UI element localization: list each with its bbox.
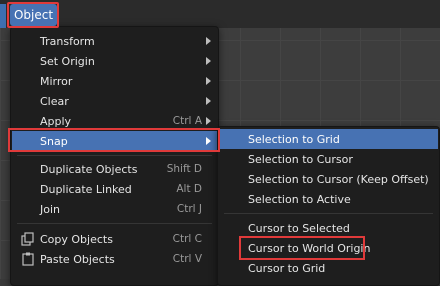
menu-item-copy-objects[interactable]: Copy Objects Ctrl C <box>12 229 217 249</box>
snap-item-selection-to-cursor-keep-offset[interactable]: Selection to Cursor (Keep Offset) <box>219 169 438 189</box>
menu-item-shortcut: Shift D <box>166 163 202 175</box>
snap-item-selection-to-grid[interactable]: Selection to Grid <box>219 129 438 149</box>
menu-item-label: Copy Objects <box>40 232 113 246</box>
menu-item-label: Duplicate Linked <box>40 182 132 196</box>
submenu-arrow-icon <box>206 37 211 45</box>
menu-item-join[interactable]: Join Ctrl J <box>12 199 217 219</box>
menu-item-label: Clear <box>40 94 69 108</box>
object-menu: Transform Set Origin Mirror Clear Apply … <box>10 26 219 286</box>
menu-item-set-origin[interactable]: Set Origin <box>12 51 217 71</box>
menu-item-label: Cursor to Grid <box>248 261 326 275</box>
menu-item-transform[interactable]: Transform <box>12 31 217 51</box>
menu-item-label: Apply <box>40 114 72 128</box>
submenu-arrow-icon <box>206 57 211 65</box>
object-menu-highlight <box>7 2 59 28</box>
menu-separator <box>17 155 212 156</box>
menu-item-shortcut: Ctrl J <box>176 203 202 215</box>
snap-submenu: Selection to Grid Selection to Cursor Se… <box>217 126 440 286</box>
menu-item-label: Selection to Cursor (Keep Offset) <box>248 172 429 186</box>
menu-item-duplicate-objects[interactable]: Duplicate Objects Shift D <box>12 159 217 179</box>
menu-item-label: Duplicate Objects <box>40 162 138 176</box>
menu-item-shortcut: Ctrl C <box>172 233 202 245</box>
menu-item-label: Set Origin <box>40 54 95 68</box>
snap-item-cursor-to-grid[interactable]: Cursor to Grid <box>219 258 438 278</box>
snap-item-selection-to-cursor[interactable]: Selection to Cursor <box>219 149 438 169</box>
copy-icon <box>21 232 34 246</box>
menu-item-shortcut: Ctrl V <box>172 253 202 265</box>
menu-item-label: Paste Objects <box>40 252 115 266</box>
menu-item-shortcut: Ctrl A <box>172 115 202 127</box>
menu-separator <box>17 223 212 224</box>
menu-item-label: Selection to Active <box>248 192 351 206</box>
menu-item-label: Join <box>40 202 61 216</box>
submenu-arrow-icon <box>206 77 211 85</box>
snap-highlight <box>8 128 220 152</box>
header-edge <box>0 4 6 28</box>
menu-item-label: Cursor to Selected <box>248 221 350 235</box>
menu-item-mirror[interactable]: Mirror <box>12 71 217 91</box>
menu-item-label: Transform <box>40 34 95 48</box>
menu-item-clear[interactable]: Clear <box>12 91 217 111</box>
menu-separator <box>224 213 433 214</box>
paste-icon <box>22 252 34 266</box>
submenu-arrow-icon <box>206 97 211 105</box>
menu-item-label: Selection to Grid <box>248 132 340 146</box>
menu-item-shortcut: Alt D <box>176 183 202 195</box>
menu-item-label: Selection to Cursor <box>248 152 353 166</box>
snap-item-cursor-to-selected[interactable]: Cursor to Selected <box>219 218 438 238</box>
menu-item-duplicate-linked[interactable]: Duplicate Linked Alt D <box>12 179 217 199</box>
menu-item-label: Mirror <box>40 74 73 88</box>
submenu-arrow-icon <box>206 117 211 125</box>
world-origin-highlight <box>239 236 365 260</box>
menu-item-paste-objects[interactable]: Paste Objects Ctrl V <box>12 249 217 269</box>
snap-item-selection-to-active[interactable]: Selection to Active <box>219 189 438 209</box>
